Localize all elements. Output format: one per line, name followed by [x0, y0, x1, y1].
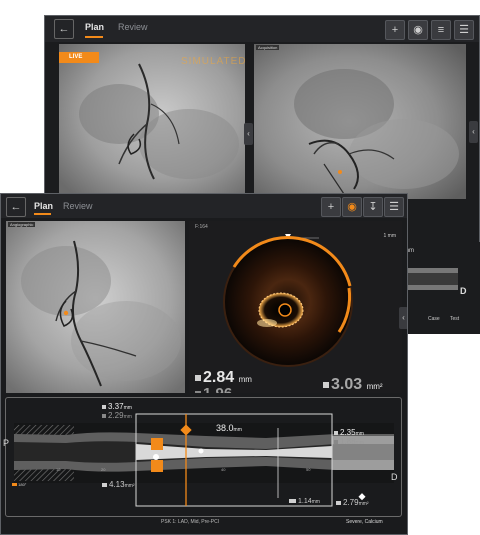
lumen-min-value: 1.96: [203, 385, 232, 393]
length-label: 38.0mm: [216, 423, 242, 433]
max-icon: [334, 430, 338, 435]
dist-area-value: 2.79: [343, 498, 359, 507]
back-right-pane-label: Acquisition: [256, 45, 280, 50]
back-angio-right: Acquisition: [254, 44, 466, 199]
prox-area: 4.13mm²: [102, 480, 135, 489]
min-icon: [334, 439, 338, 444]
front-angio-image: [6, 221, 185, 393]
length-value: 38.0: [216, 423, 234, 433]
back-tab-review[interactable]: Review: [118, 22, 148, 32]
back-eye-icon[interactable]: ◉: [408, 20, 428, 40]
front-tab-review[interactable]: Review: [63, 201, 93, 211]
min-icon: [102, 413, 106, 418]
back-right-collapse-icon[interactable]: ‹: [469, 121, 478, 143]
dist-mean-value: 1.88: [340, 437, 356, 446]
back-tab-underline: [85, 36, 103, 38]
lumen-profile-panel: 10 20 40 50 P D 38.0mm 3.37mm 2.29mm 4.13mm…: [3, 397, 402, 517]
angle-label: 180°: [18, 482, 27, 487]
mid-length-value: 1.14: [298, 498, 312, 505]
prox-max: 3.37mm: [102, 402, 132, 411]
back-footer-case: Case: [428, 316, 440, 322]
lumen-area-value: 3.03: [331, 376, 363, 393]
lumen-min-unit: mm: [237, 391, 250, 393]
prox-mean: 2.29mm: [102, 411, 132, 420]
length-unit: mm: [233, 427, 242, 433]
back-arrow-icon[interactable]: ←: [54, 19, 74, 39]
back-angio-left-image: [59, 44, 245, 199]
front-back-arrow-icon[interactable]: ←: [6, 197, 26, 217]
lumen-max-unit: mm: [238, 375, 252, 384]
prox-mean-value: 2.29: [108, 411, 124, 420]
footer-right: Severe, Calcium: [346, 519, 383, 525]
back-footer-test: Test: [450, 316, 460, 322]
live-badge: LIVE: [59, 52, 99, 63]
lumen-area-unit: mm²: [366, 382, 383, 391]
front-screen: ← Plan Review + ◉ ↧ ☰ Angiographic F:164…: [0, 193, 408, 535]
dist-mean-unit: mm: [355, 440, 364, 446]
lumen-max-value: 2.84: [203, 369, 235, 386]
angle-swatch-icon: [12, 483, 17, 486]
svg-text:10: 10: [56, 467, 61, 472]
dist-area-unit: mm²: [358, 501, 369, 507]
svg-text:20: 20: [101, 467, 106, 472]
back-center-collapse-icon[interactable]: ‹: [244, 123, 253, 145]
back-tab-plan[interactable]: Plan: [85, 22, 104, 32]
prox-mean-unit: mm: [123, 414, 132, 420]
lumen-min: 1.96 mm: [195, 385, 250, 393]
mid-length: 1.14mm: [289, 498, 320, 505]
front-eye-icon[interactable]: ◉: [342, 197, 362, 217]
dist-mean: 1.88mm: [334, 437, 364, 446]
footer-center: PSK 1: LAD, Mid, Pre-PCI: [161, 519, 220, 525]
length-icon: [289, 499, 296, 504]
distal-letter: D: [391, 472, 398, 482]
back-partial-letter: D: [460, 286, 467, 296]
prox-max-value: 3.37: [108, 402, 124, 411]
front-add-icon[interactable]: +: [321, 197, 341, 217]
max-diameter-icon: [195, 374, 201, 381]
marker-point-icon: [153, 454, 159, 460]
max-icon: [102, 404, 106, 409]
min-diameter-icon: [195, 390, 201, 393]
dist-max-value: 2.35: [340, 428, 356, 437]
back-add-icon[interactable]: +: [385, 20, 405, 40]
front-angio-label: Angiographic: [8, 222, 36, 227]
front-right-collapse-icon[interactable]: ‹: [399, 307, 407, 329]
front-top-bar: ← Plan Review + ◉ ↧ ☰: [1, 194, 407, 218]
back-lumen-strip: mm D Case Test: [400, 242, 480, 334]
back-menu-icon[interactable]: ☰: [454, 20, 474, 40]
front-download-icon[interactable]: ↧: [363, 197, 383, 217]
dist-max: 2.35mm: [334, 428, 364, 437]
back-angio-left: LIVE SIMULATED: [59, 44, 245, 199]
back-top-bar: ← Plan Review + ◉ ≡ ☰: [45, 16, 479, 42]
front-tab-underline: [34, 213, 51, 215]
proximal-letter: P: [3, 438, 10, 448]
dist-area: 2.79mm²: [336, 498, 369, 507]
oct-pane: F:164 1 mm 2.84 mm 3.03 mm²: [189, 221, 402, 393]
marker-point-icon: [198, 448, 204, 454]
lumen-area: 3.03 mm²: [323, 376, 383, 393]
area-icon: [323, 381, 329, 388]
mid-length-unit: mm: [311, 499, 320, 505]
simulated-watermark: SIMULATED: [181, 56, 245, 67]
front-tab-plan[interactable]: Plan: [34, 201, 53, 211]
prox-area-value: 4.13: [109, 480, 125, 489]
area-icon: [336, 500, 341, 505]
area-icon: [102, 482, 107, 487]
svg-text:40: 40: [221, 467, 226, 472]
back-lumen-band-inner: [400, 273, 458, 285]
front-angio-pane: Angiographic: [6, 221, 185, 393]
prox-area-unit: mm²: [124, 483, 135, 489]
front-menu-icon[interactable]: ☰: [384, 197, 404, 217]
back-angio-right-image: [254, 44, 466, 199]
svg-text:50: 50: [306, 467, 311, 472]
oct-image: [223, 234, 353, 367]
angle-indicator: 180°: [12, 482, 26, 487]
back-layers-icon[interactable]: ≡: [431, 20, 451, 40]
